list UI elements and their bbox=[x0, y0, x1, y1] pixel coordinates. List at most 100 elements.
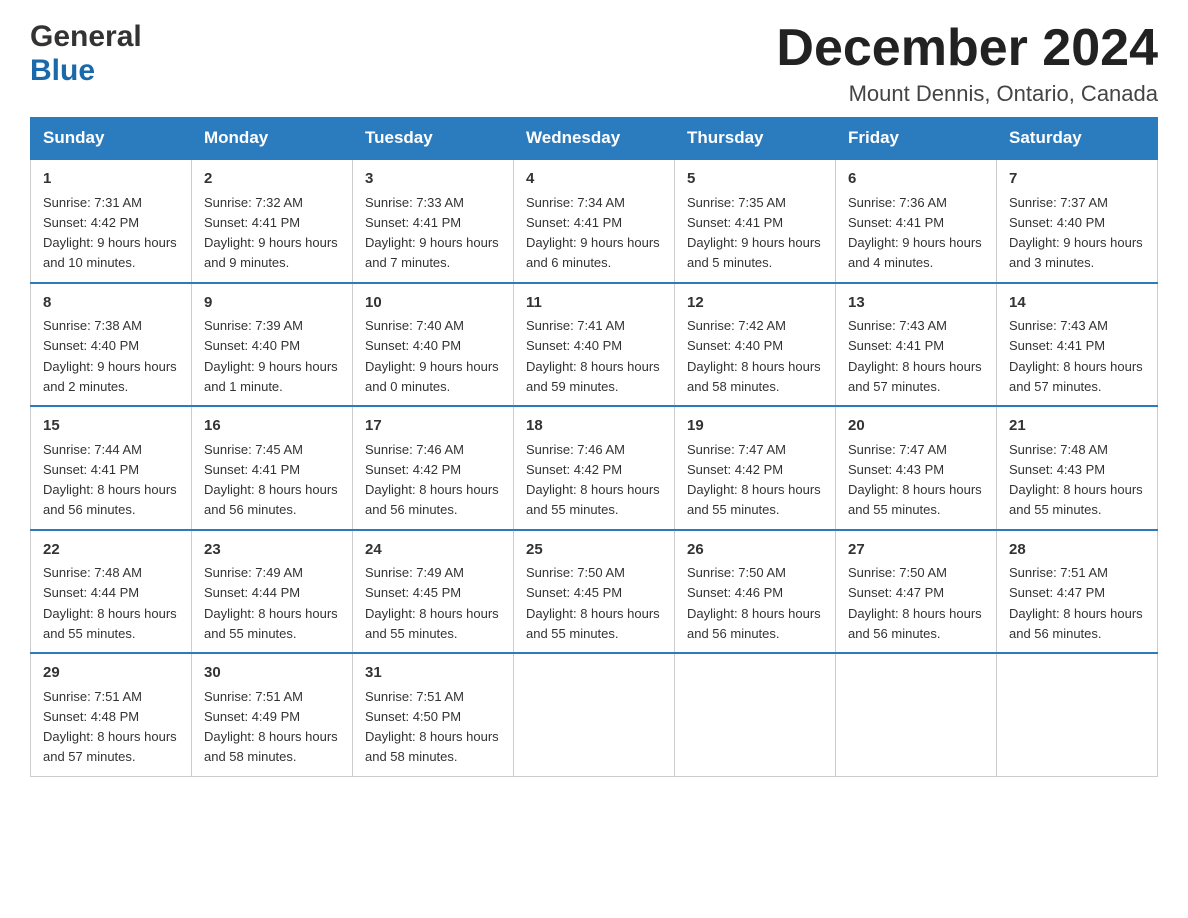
day-info: Sunrise: 7:34 AMSunset: 4:41 PMDaylight:… bbox=[526, 195, 660, 271]
day-info: Sunrise: 7:46 AMSunset: 4:42 PMDaylight:… bbox=[365, 442, 499, 518]
day-number: 10 bbox=[365, 292, 501, 315]
table-row: 17 Sunrise: 7:46 AMSunset: 4:42 PMDaylig… bbox=[353, 406, 514, 530]
table-row bbox=[997, 653, 1158, 776]
table-row: 11 Sunrise: 7:41 AMSunset: 4:40 PMDaylig… bbox=[514, 283, 675, 407]
day-info: Sunrise: 7:46 AMSunset: 4:42 PMDaylight:… bbox=[526, 442, 660, 518]
table-row bbox=[836, 653, 997, 776]
day-number: 22 bbox=[43, 539, 179, 562]
day-number: 2 bbox=[204, 168, 340, 191]
day-number: 26 bbox=[687, 539, 823, 562]
table-row: 29 Sunrise: 7:51 AMSunset: 4:48 PMDaylig… bbox=[31, 653, 192, 776]
day-info: Sunrise: 7:42 AMSunset: 4:40 PMDaylight:… bbox=[687, 318, 821, 394]
table-row bbox=[514, 653, 675, 776]
day-info: Sunrise: 7:50 AMSunset: 4:47 PMDaylight:… bbox=[848, 565, 982, 641]
calendar-week-row: 1 Sunrise: 7:31 AMSunset: 4:42 PMDayligh… bbox=[31, 159, 1158, 283]
logo: General Blue bbox=[30, 20, 142, 88]
title-section: December 2024 Mount Dennis, Ontario, Can… bbox=[776, 20, 1158, 107]
day-number: 31 bbox=[365, 662, 501, 685]
location-title: Mount Dennis, Ontario, Canada bbox=[776, 81, 1158, 107]
calendar-week-row: 29 Sunrise: 7:51 AMSunset: 4:48 PMDaylig… bbox=[31, 653, 1158, 776]
calendar-header-row: Sunday Monday Tuesday Wednesday Thursday… bbox=[31, 118, 1158, 160]
day-number: 7 bbox=[1009, 168, 1145, 191]
page-header: General Blue December 2024 Mount Dennis,… bbox=[30, 20, 1158, 107]
day-info: Sunrise: 7:33 AMSunset: 4:41 PMDaylight:… bbox=[365, 195, 499, 271]
col-tuesday: Tuesday bbox=[353, 118, 514, 160]
day-number: 17 bbox=[365, 415, 501, 438]
day-info: Sunrise: 7:37 AMSunset: 4:40 PMDaylight:… bbox=[1009, 195, 1143, 271]
day-info: Sunrise: 7:50 AMSunset: 4:45 PMDaylight:… bbox=[526, 565, 660, 641]
calendar-week-row: 22 Sunrise: 7:48 AMSunset: 4:44 PMDaylig… bbox=[31, 530, 1158, 654]
day-number: 11 bbox=[526, 292, 662, 315]
day-info: Sunrise: 7:43 AMSunset: 4:41 PMDaylight:… bbox=[848, 318, 982, 394]
day-info: Sunrise: 7:40 AMSunset: 4:40 PMDaylight:… bbox=[365, 318, 499, 394]
day-number: 5 bbox=[687, 168, 823, 191]
table-row: 9 Sunrise: 7:39 AMSunset: 4:40 PMDayligh… bbox=[192, 283, 353, 407]
table-row: 25 Sunrise: 7:50 AMSunset: 4:45 PMDaylig… bbox=[514, 530, 675, 654]
day-number: 4 bbox=[526, 168, 662, 191]
day-number: 18 bbox=[526, 415, 662, 438]
day-info: Sunrise: 7:36 AMSunset: 4:41 PMDaylight:… bbox=[848, 195, 982, 271]
day-info: Sunrise: 7:32 AMSunset: 4:41 PMDaylight:… bbox=[204, 195, 338, 271]
day-info: Sunrise: 7:48 AMSunset: 4:43 PMDaylight:… bbox=[1009, 442, 1143, 518]
day-number: 16 bbox=[204, 415, 340, 438]
table-row: 27 Sunrise: 7:50 AMSunset: 4:47 PMDaylig… bbox=[836, 530, 997, 654]
table-row: 4 Sunrise: 7:34 AMSunset: 4:41 PMDayligh… bbox=[514, 159, 675, 283]
col-saturday: Saturday bbox=[997, 118, 1158, 160]
col-friday: Friday bbox=[836, 118, 997, 160]
day-info: Sunrise: 7:45 AMSunset: 4:41 PMDaylight:… bbox=[204, 442, 338, 518]
col-monday: Monday bbox=[192, 118, 353, 160]
table-row: 30 Sunrise: 7:51 AMSunset: 4:49 PMDaylig… bbox=[192, 653, 353, 776]
table-row: 28 Sunrise: 7:51 AMSunset: 4:47 PMDaylig… bbox=[997, 530, 1158, 654]
day-info: Sunrise: 7:49 AMSunset: 4:45 PMDaylight:… bbox=[365, 565, 499, 641]
calendar-week-row: 15 Sunrise: 7:44 AMSunset: 4:41 PMDaylig… bbox=[31, 406, 1158, 530]
day-info: Sunrise: 7:51 AMSunset: 4:47 PMDaylight:… bbox=[1009, 565, 1143, 641]
calendar-table: Sunday Monday Tuesday Wednesday Thursday… bbox=[30, 117, 1158, 777]
day-info: Sunrise: 7:44 AMSunset: 4:41 PMDaylight:… bbox=[43, 442, 177, 518]
day-info: Sunrise: 7:51 AMSunset: 4:50 PMDaylight:… bbox=[365, 689, 499, 765]
day-number: 13 bbox=[848, 292, 984, 315]
table-row: 21 Sunrise: 7:48 AMSunset: 4:43 PMDaylig… bbox=[997, 406, 1158, 530]
day-info: Sunrise: 7:31 AMSunset: 4:42 PMDaylight:… bbox=[43, 195, 177, 271]
day-info: Sunrise: 7:38 AMSunset: 4:40 PMDaylight:… bbox=[43, 318, 177, 394]
day-number: 8 bbox=[43, 292, 179, 315]
table-row: 3 Sunrise: 7:33 AMSunset: 4:41 PMDayligh… bbox=[353, 159, 514, 283]
day-number: 1 bbox=[43, 168, 179, 191]
day-info: Sunrise: 7:35 AMSunset: 4:41 PMDaylight:… bbox=[687, 195, 821, 271]
day-info: Sunrise: 7:41 AMSunset: 4:40 PMDaylight:… bbox=[526, 318, 660, 394]
day-info: Sunrise: 7:43 AMSunset: 4:41 PMDaylight:… bbox=[1009, 318, 1143, 394]
day-info: Sunrise: 7:51 AMSunset: 4:49 PMDaylight:… bbox=[204, 689, 338, 765]
col-wednesday: Wednesday bbox=[514, 118, 675, 160]
day-number: 3 bbox=[365, 168, 501, 191]
day-number: 9 bbox=[204, 292, 340, 315]
day-number: 14 bbox=[1009, 292, 1145, 315]
day-number: 6 bbox=[848, 168, 984, 191]
day-info: Sunrise: 7:50 AMSunset: 4:46 PMDaylight:… bbox=[687, 565, 821, 641]
logo-blue-text: Blue bbox=[30, 54, 142, 88]
day-number: 23 bbox=[204, 539, 340, 562]
table-row: 24 Sunrise: 7:49 AMSunset: 4:45 PMDaylig… bbox=[353, 530, 514, 654]
day-number: 27 bbox=[848, 539, 984, 562]
table-row: 14 Sunrise: 7:43 AMSunset: 4:41 PMDaylig… bbox=[997, 283, 1158, 407]
day-info: Sunrise: 7:51 AMSunset: 4:48 PMDaylight:… bbox=[43, 689, 177, 765]
table-row: 20 Sunrise: 7:47 AMSunset: 4:43 PMDaylig… bbox=[836, 406, 997, 530]
col-sunday: Sunday bbox=[31, 118, 192, 160]
table-row: 1 Sunrise: 7:31 AMSunset: 4:42 PMDayligh… bbox=[31, 159, 192, 283]
day-number: 24 bbox=[365, 539, 501, 562]
day-number: 29 bbox=[43, 662, 179, 685]
table-row: 2 Sunrise: 7:32 AMSunset: 4:41 PMDayligh… bbox=[192, 159, 353, 283]
table-row: 15 Sunrise: 7:44 AMSunset: 4:41 PMDaylig… bbox=[31, 406, 192, 530]
day-number: 28 bbox=[1009, 539, 1145, 562]
table-row: 6 Sunrise: 7:36 AMSunset: 4:41 PMDayligh… bbox=[836, 159, 997, 283]
day-number: 19 bbox=[687, 415, 823, 438]
day-number: 25 bbox=[526, 539, 662, 562]
day-number: 21 bbox=[1009, 415, 1145, 438]
table-row: 26 Sunrise: 7:50 AMSunset: 4:46 PMDaylig… bbox=[675, 530, 836, 654]
day-info: Sunrise: 7:39 AMSunset: 4:40 PMDaylight:… bbox=[204, 318, 338, 394]
logo-general-text: General bbox=[30, 20, 142, 54]
table-row: 10 Sunrise: 7:40 AMSunset: 4:40 PMDaylig… bbox=[353, 283, 514, 407]
day-number: 12 bbox=[687, 292, 823, 315]
table-row: 12 Sunrise: 7:42 AMSunset: 4:40 PMDaylig… bbox=[675, 283, 836, 407]
table-row: 23 Sunrise: 7:49 AMSunset: 4:44 PMDaylig… bbox=[192, 530, 353, 654]
table-row: 5 Sunrise: 7:35 AMSunset: 4:41 PMDayligh… bbox=[675, 159, 836, 283]
table-row: 16 Sunrise: 7:45 AMSunset: 4:41 PMDaylig… bbox=[192, 406, 353, 530]
